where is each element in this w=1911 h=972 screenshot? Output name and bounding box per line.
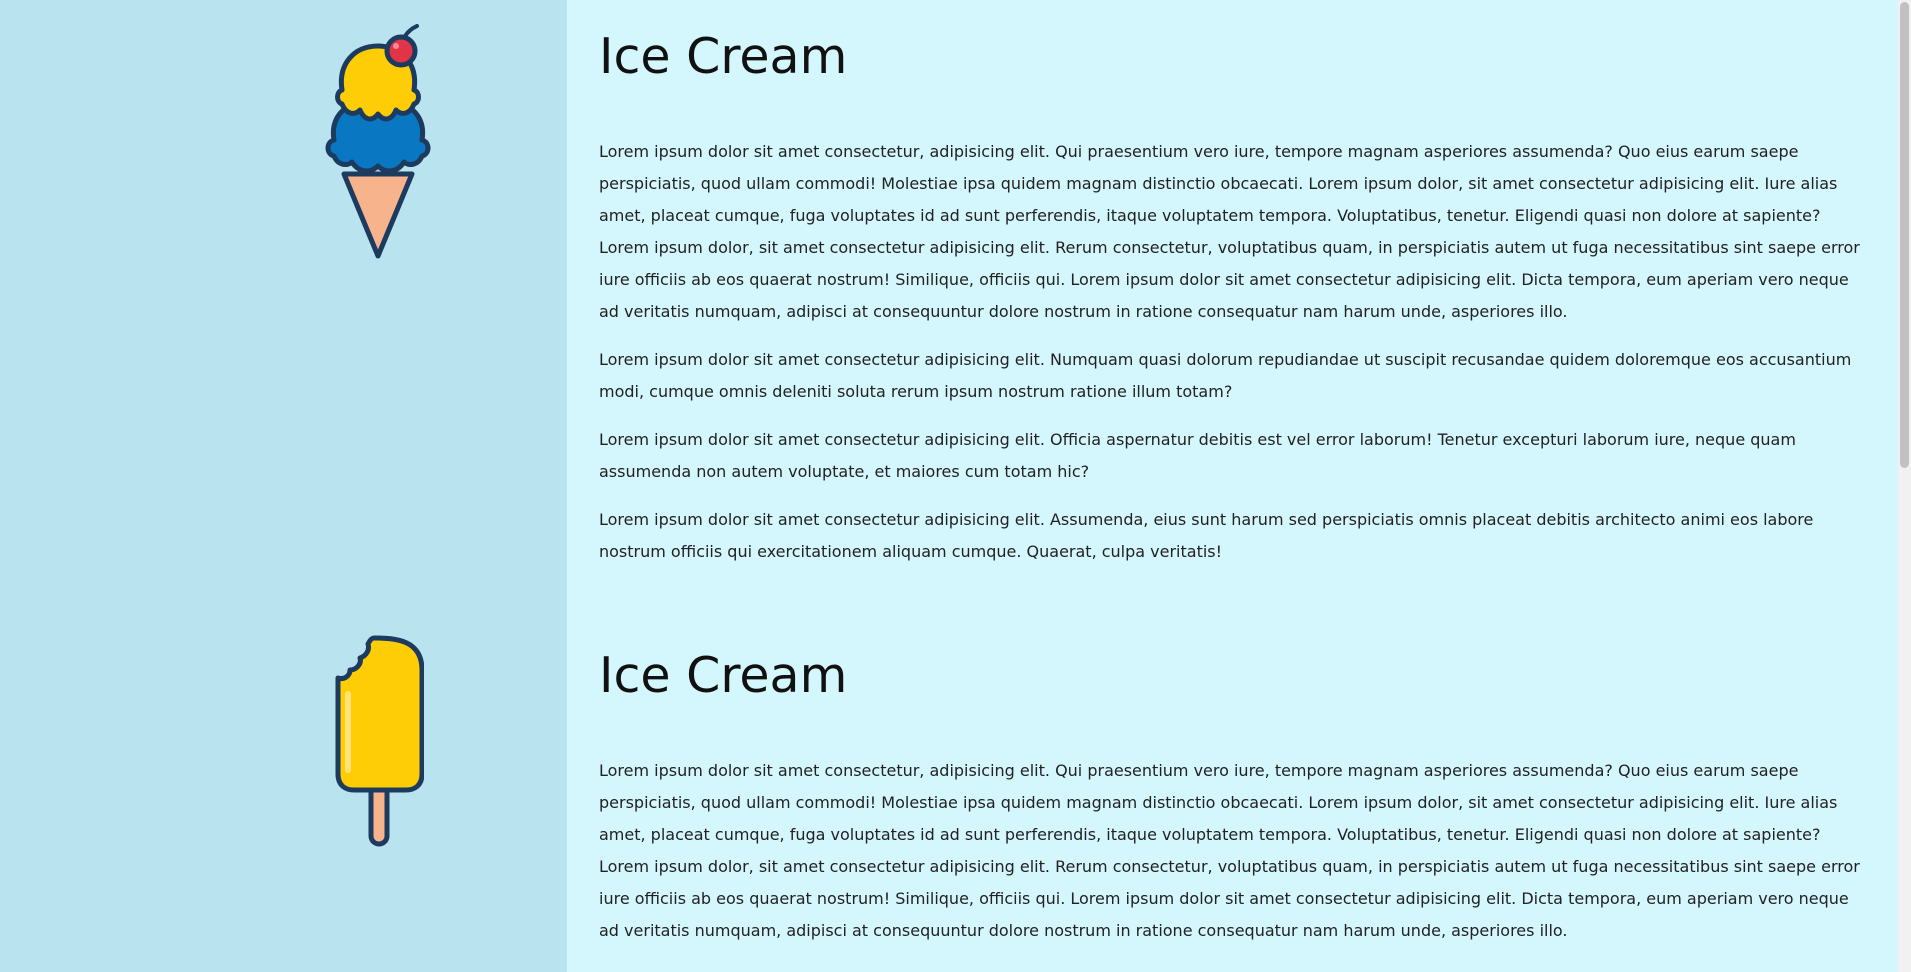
section-paragraph: Lorem ipsum dolor sit amet consectetur a… [599, 430, 1796, 481]
scrollbar-thumb[interactable] [1900, 2, 1909, 468]
section-paragraph: Lorem ipsum dolor sit amet consectetur a… [599, 510, 1814, 561]
section-paragraph: Lorem ipsum dolor sit amet consectetur a… [599, 963, 1869, 972]
section-ice-cream-cone: Ice Cream Lorem ipsum dolor sit amet con… [599, 29, 1869, 584]
left-sidebar [0, 0, 567, 972]
section-paragraph: Lorem ipsum dolor sit amet consectetur, … [599, 142, 1860, 321]
section-paragraph: Lorem ipsum dolor sit amet consectetur a… [599, 350, 1852, 401]
ice-cream-cone-icon [325, 24, 431, 259]
section-paragraph: Lorem ipsum dolor sit amet consectetur, … [599, 761, 1860, 940]
vertical-scrollbar[interactable] [1898, 0, 1911, 972]
popsicle-icon [335, 635, 424, 847]
section-popsicle: Ice Cream Lorem ipsum dolor sit amet con… [599, 648, 1869, 972]
section-title: Ice Cream [599, 647, 848, 704]
section-title: Ice Cream [599, 28, 848, 85]
main-content: Ice Cream Lorem ipsum dolor sit amet con… [567, 0, 1898, 972]
